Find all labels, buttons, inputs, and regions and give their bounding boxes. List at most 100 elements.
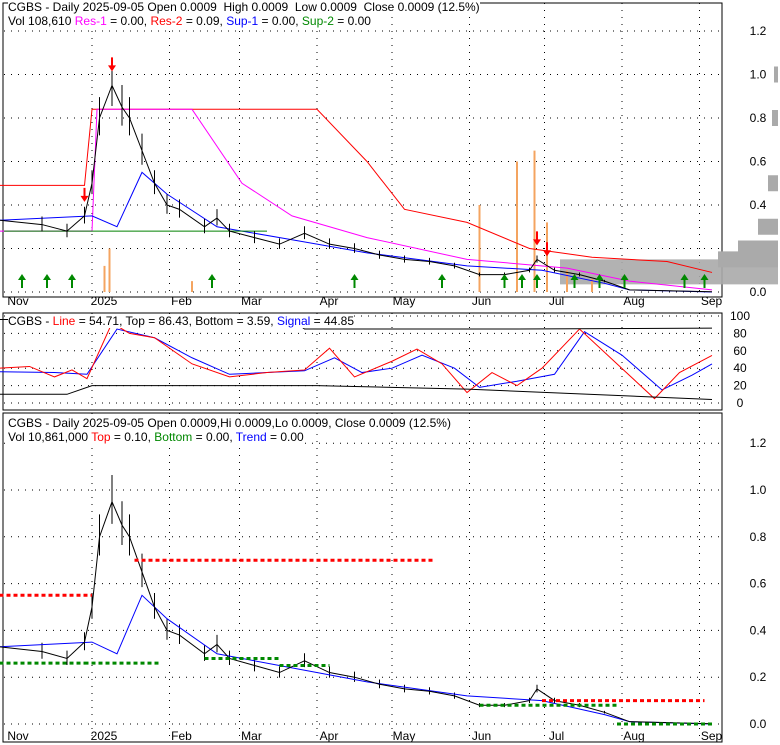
month-label: Sep	[701, 294, 723, 308]
panel1-header-line1: CGBS - Daily 2025-09-05 Open 0.0009 High…	[8, 0, 480, 14]
osc-symbol: CGBS -	[8, 314, 53, 328]
panel1-ytick: 0.8	[750, 111, 767, 125]
osc-signal-label: Signal	[276, 314, 311, 328]
volume-bar	[566, 270, 568, 292]
volume-profile-bar	[758, 218, 778, 235]
month-label: 2025	[91, 729, 118, 743]
volume-bar	[546, 222, 548, 292]
month-label: Jul	[549, 729, 564, 743]
buy-arrow-icon	[43, 274, 51, 288]
buy-arrow-icon	[438, 274, 446, 288]
volume-profile-bar	[738, 240, 778, 257]
month-label: Apr	[320, 294, 339, 308]
panel3-header-line1: CGBS - Daily 2025-09-05 Open 0.0009,Hi 0…	[8, 416, 451, 430]
volume-bar	[191, 281, 193, 292]
month-label: Aug	[623, 294, 644, 308]
month-label: Mar	[241, 729, 262, 743]
price-line-p3	[0, 500, 713, 725]
res2-value: = 0.09,	[182, 14, 227, 28]
osc-ytick: 0	[737, 396, 744, 410]
month-label: Nov	[7, 729, 28, 743]
buy-arrow-icon	[518, 274, 526, 288]
volume-bar	[103, 265, 106, 292]
osc-ytick: 60	[733, 344, 747, 358]
panel3-ytick: 1.2	[750, 436, 767, 450]
res1-value: = 0.00,	[106, 14, 151, 28]
volume-profile-bar	[772, 110, 778, 126]
month-label: Aug	[623, 729, 644, 743]
osc-ytick: 20	[733, 379, 747, 393]
volume-bar	[478, 205, 481, 292]
month-label: Sep	[701, 729, 723, 743]
panel3-ytick: 0.6	[750, 577, 767, 591]
month-label: Feb	[171, 294, 192, 308]
top-value: = 0.10,	[110, 430, 155, 444]
osc-signal-value: = 44.85	[310, 314, 355, 328]
panel1-ytick: 1.0	[750, 68, 767, 82]
buy-arrow-icon	[500, 274, 509, 288]
panel3-ytick: 0.4	[750, 623, 767, 637]
volume-value: Vol 108,610	[8, 14, 72, 28]
osc-ytick: 100	[730, 309, 750, 323]
month-label: Jun	[472, 729, 491, 743]
res1-label: Res-1	[74, 14, 107, 28]
panel2-header: CGBS - Line = 54.71, Top = 86.43, Bottom…	[8, 314, 355, 328]
sup2-label: Sup-2	[301, 14, 334, 28]
panel1-ytick: 1.2	[750, 24, 767, 38]
buy-arrow-icon	[208, 274, 216, 288]
month-label: Mar	[241, 294, 262, 308]
trend-value: = 0.00	[266, 430, 304, 444]
buy-arrow-icon	[68, 274, 76, 288]
bottom-label: Bottom	[154, 430, 193, 444]
panel3-volume: Vol 10,861,000	[8, 430, 92, 444]
panel1-ytick: 0.4	[750, 198, 767, 212]
panel3-frame	[2, 412, 723, 743]
sup1-value: = 0.00,	[258, 14, 302, 28]
month-label: 2025	[91, 294, 118, 308]
res2-label: Res-2	[150, 14, 183, 28]
volume-profile-bar	[774, 66, 778, 83]
open-value: Open 0.0009	[147, 0, 217, 14]
sell-arrow-icon	[108, 57, 116, 72]
bottom-value: = 0.00,	[192, 430, 236, 444]
sell-arrow-icon	[80, 187, 89, 202]
close-value: Close 0.0009 (12.5%)	[363, 0, 480, 14]
panel3-ytick: 0.2	[750, 670, 767, 684]
chart-svg: 0.00.20.40.60.81.01.20.00.20.40.60.81.01…	[0, 2, 778, 743]
osc-signal-line	[0, 328, 713, 391]
panel3-ytick: 1.0	[750, 483, 767, 497]
sup1-label: Sup-1	[226, 14, 259, 28]
symbol-label: CGBS - Daily 2025-09-05	[8, 0, 145, 14]
osc-main-line	[0, 322, 713, 400]
osc-bottom-line	[0, 385, 713, 401]
month-label: Jun	[472, 294, 491, 308]
osc-ytick: 40	[733, 361, 747, 375]
osc-ytick: 80	[733, 326, 747, 340]
sup2-value: = 0.00	[333, 14, 371, 28]
high-value: High 0.0009	[223, 0, 289, 14]
panel1-ytick: 0.6	[750, 155, 767, 169]
panel3-header-line2: Vol 10,861,000 Top = 0.10, Bottom = 0.00…	[8, 430, 304, 444]
month-label: Jul	[549, 294, 564, 308]
trend-label: Trend	[235, 430, 267, 444]
volume-profile-bar	[768, 175, 778, 192]
sell-arrow-icon	[543, 242, 551, 257]
stock-chart: 0.00.20.40.60.81.01.20.00.20.40.60.81.01…	[0, 0, 780, 745]
month-label: Apr	[320, 729, 339, 743]
panel3-ytick: 0.0	[750, 717, 767, 731]
volume-bar	[533, 150, 536, 292]
panel1-ytick: 0.0	[750, 285, 767, 299]
volume-bar	[108, 248, 111, 292]
panel1-header-line2: Vol 108,610 Res-1 = 0.00, Res-2 = 0.09, …	[8, 14, 371, 28]
month-label: May	[393, 294, 416, 308]
top-label: Top	[91, 430, 111, 444]
panel1-frame	[2, 2, 723, 298]
buy-arrow-icon	[350, 274, 359, 288]
low-value: Low 0.0009	[294, 0, 357, 14]
panel3-ytick: 0.8	[750, 530, 767, 544]
res2-line	[0, 108, 713, 273]
trend-line	[0, 594, 713, 725]
buy-arrow-icon	[18, 274, 26, 288]
month-label: May	[393, 729, 416, 743]
osc-line-values: = 54.71, Top = 86.43, Bottom = 3.59,	[75, 314, 277, 328]
